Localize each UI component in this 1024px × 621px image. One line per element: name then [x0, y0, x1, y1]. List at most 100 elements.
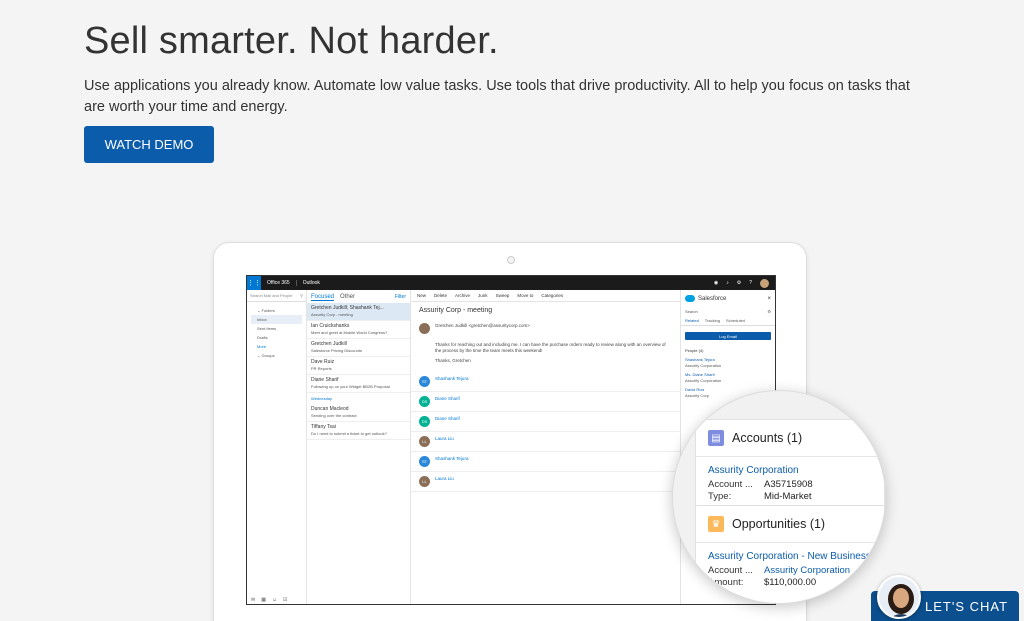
list-item: Tiffany Tsai Do I need to submit a ticket…: [307, 422, 410, 440]
hero-description: Use applications you already know. Autom…: [84, 78, 910, 115]
thread-message: ST Shashank Tejura: [411, 452, 680, 472]
list-item: Gretchen Judkill; Shashank Tej... Assurit…: [307, 303, 410, 321]
thread-message: LL Laura Liu: [411, 432, 680, 452]
toolbar-delete: Delete: [434, 293, 448, 298]
tab-other: Other: [340, 294, 356, 300]
thread-sender: Laura Liu: [435, 436, 454, 441]
app-launcher-icon: ⋮⋮: [247, 276, 261, 290]
folder-inbox: Inbox: [251, 315, 302, 324]
thread-sender: Diane Sharif: [435, 396, 460, 401]
bell-icon: ♪: [726, 280, 729, 286]
folder-pane: Search Mail and People ⚲ ⌄ Folders Inbox…: [247, 290, 307, 604]
search-icon: ⚲: [300, 293, 303, 298]
avatar: DS: [419, 396, 430, 407]
tasks-icon: ☑: [283, 597, 288, 603]
field-label: Account ...: [708, 565, 753, 576]
list-item: Dave Ruiz PR Reports: [307, 357, 410, 375]
toolbar-categories: Categories: [541, 293, 564, 298]
people-icon: ☺: [271, 597, 278, 603]
outlook-app-name: Outlook: [302, 280, 320, 286]
avatar: LL: [419, 436, 430, 447]
opportunities-card: ♛ Opportunities (1) Assurity Corporation…: [695, 505, 885, 603]
message-body: Thanks for reaching out and including me…: [435, 342, 666, 353]
folder-more: More: [257, 344, 267, 349]
thread-sender: Diane Sharif: [435, 416, 460, 421]
field-value: Mid-Market: [764, 491, 812, 502]
opportunities-title: Opportunities (1): [732, 517, 826, 531]
list-item: Duncan Macleod Sending over the contract: [307, 404, 410, 422]
account-link[interactable]: Assurity Corporation: [708, 465, 872, 476]
field-label: Amount:: [708, 577, 744, 588]
list-item: Diane Sharif Following up on your Widget …: [307, 375, 410, 393]
log-email-button: Log Email: [685, 332, 771, 340]
message-list: Focused Other Filter Gretchen Judkill; S…: [307, 290, 411, 604]
search-mail-input: Search Mail and People: [250, 293, 293, 298]
zoom-magnifier: ▤ Accounts (1) Assurity Corporation Acco…: [672, 390, 886, 604]
crown-icon: ♛: [708, 516, 724, 532]
toolbar-archive: Archive: [455, 293, 471, 298]
list-item: Ian Cruickshanks Meet and greet at Mobile…: [307, 321, 410, 339]
tab-focused: Focused: [311, 294, 335, 301]
avatar: ST: [419, 376, 430, 387]
avatar: DS: [419, 416, 430, 427]
avatar: ST: [419, 456, 430, 467]
thread-sender: Shashank Tejura: [435, 376, 469, 381]
field-value: A35715908: [764, 479, 813, 490]
sf-tools-icon: ⚙: [767, 309, 771, 314]
salesforce-title: Salesforce: [698, 295, 727, 302]
field-label: Account ...: [708, 479, 753, 490]
toolbar-move: Move to: [517, 293, 534, 298]
close-icon: ×: [767, 295, 771, 302]
chat-label: LET'S CHAT: [925, 598, 1009, 614]
folders-heading: ⌄ Folders: [257, 308, 275, 313]
person-account: Assurity Corporation: [685, 363, 722, 368]
reading-pane: New Delete Archive Junk Sweep Move to Ca…: [411, 290, 680, 604]
avatar: LL: [419, 476, 430, 487]
outlook-topbar: ⋮⋮ Office 365 Outlook ◉ ♪ ⚙ ?: [247, 276, 775, 290]
folder-sent: Sent Items: [257, 326, 277, 331]
sf-tab-scheduled: Scheduled: [726, 318, 745, 323]
day-group-label: Wednesday: [311, 396, 333, 401]
hero-title: Sell smarter. Not harder.: [84, 20, 499, 62]
thread-message: DS Diane Sharif: [411, 392, 680, 412]
thread-message: ST Shashank Tejura: [411, 372, 680, 392]
thread-message: DS Diane Sharif: [411, 412, 680, 432]
help-icon: ?: [749, 280, 752, 286]
mail-icon: ✉: [251, 597, 256, 603]
opportunity-link[interactable]: Assurity Corporation - New Business: [708, 551, 872, 562]
gear-icon: ⚙: [736, 280, 742, 286]
thread-sender: Shashank Tejura: [435, 456, 469, 461]
message-subject: Assurity Corp - meeting: [419, 307, 493, 314]
accounts-title: Accounts (1): [732, 431, 803, 445]
watch-demo-button[interactable]: WATCH DEMO: [84, 126, 214, 163]
sf-search-input: Search: [685, 309, 698, 314]
office-brand: Office 365: [261, 280, 297, 286]
camera-icon: [507, 256, 515, 264]
message-sender: Gretchen Judkill <gretchen@assuritycorp.…: [435, 323, 530, 328]
skype-icon: ◉: [713, 280, 719, 286]
toolbar-new: New: [417, 293, 427, 298]
accounts-card: ▤ Accounts (1) Assurity Corporation Acco…: [695, 419, 885, 510]
folder-drafts: Drafts: [257, 335, 268, 340]
list-item: Gretchen Judkill Salesforce Pricing Disco…: [307, 339, 410, 357]
calendar-icon: ▦: [261, 597, 266, 603]
chat-agent-avatar[interactable]: [877, 575, 921, 619]
field-value-link[interactable]: Assurity Corporation: [764, 565, 850, 577]
thread-message: LL Laura Liu: [411, 472, 680, 492]
accounts-icon: ▤: [708, 430, 724, 446]
salesforce-logo-icon: [685, 295, 695, 302]
toolbar-junk: Junk: [478, 293, 488, 298]
filter-button: Filter: [394, 294, 406, 300]
sf-tab-tracking: Tracking: [704, 318, 720, 323]
people-heading: People (4): [685, 348, 704, 353]
sf-tab-related: Related: [685, 318, 699, 323]
toolbar-sweep: Sweep: [495, 293, 510, 298]
message-signoff: Thanks, Gretchen: [435, 358, 471, 363]
field-value: $110,000.00: [764, 577, 817, 588]
avatar: [419, 323, 430, 334]
avatar: [760, 278, 769, 288]
person-account: Assurity Corporation: [685, 378, 722, 383]
thread-sender: Laura Liu: [435, 476, 454, 481]
field-label: Type:: [708, 491, 732, 502]
groups-heading: ⌄ Groups: [257, 353, 275, 358]
